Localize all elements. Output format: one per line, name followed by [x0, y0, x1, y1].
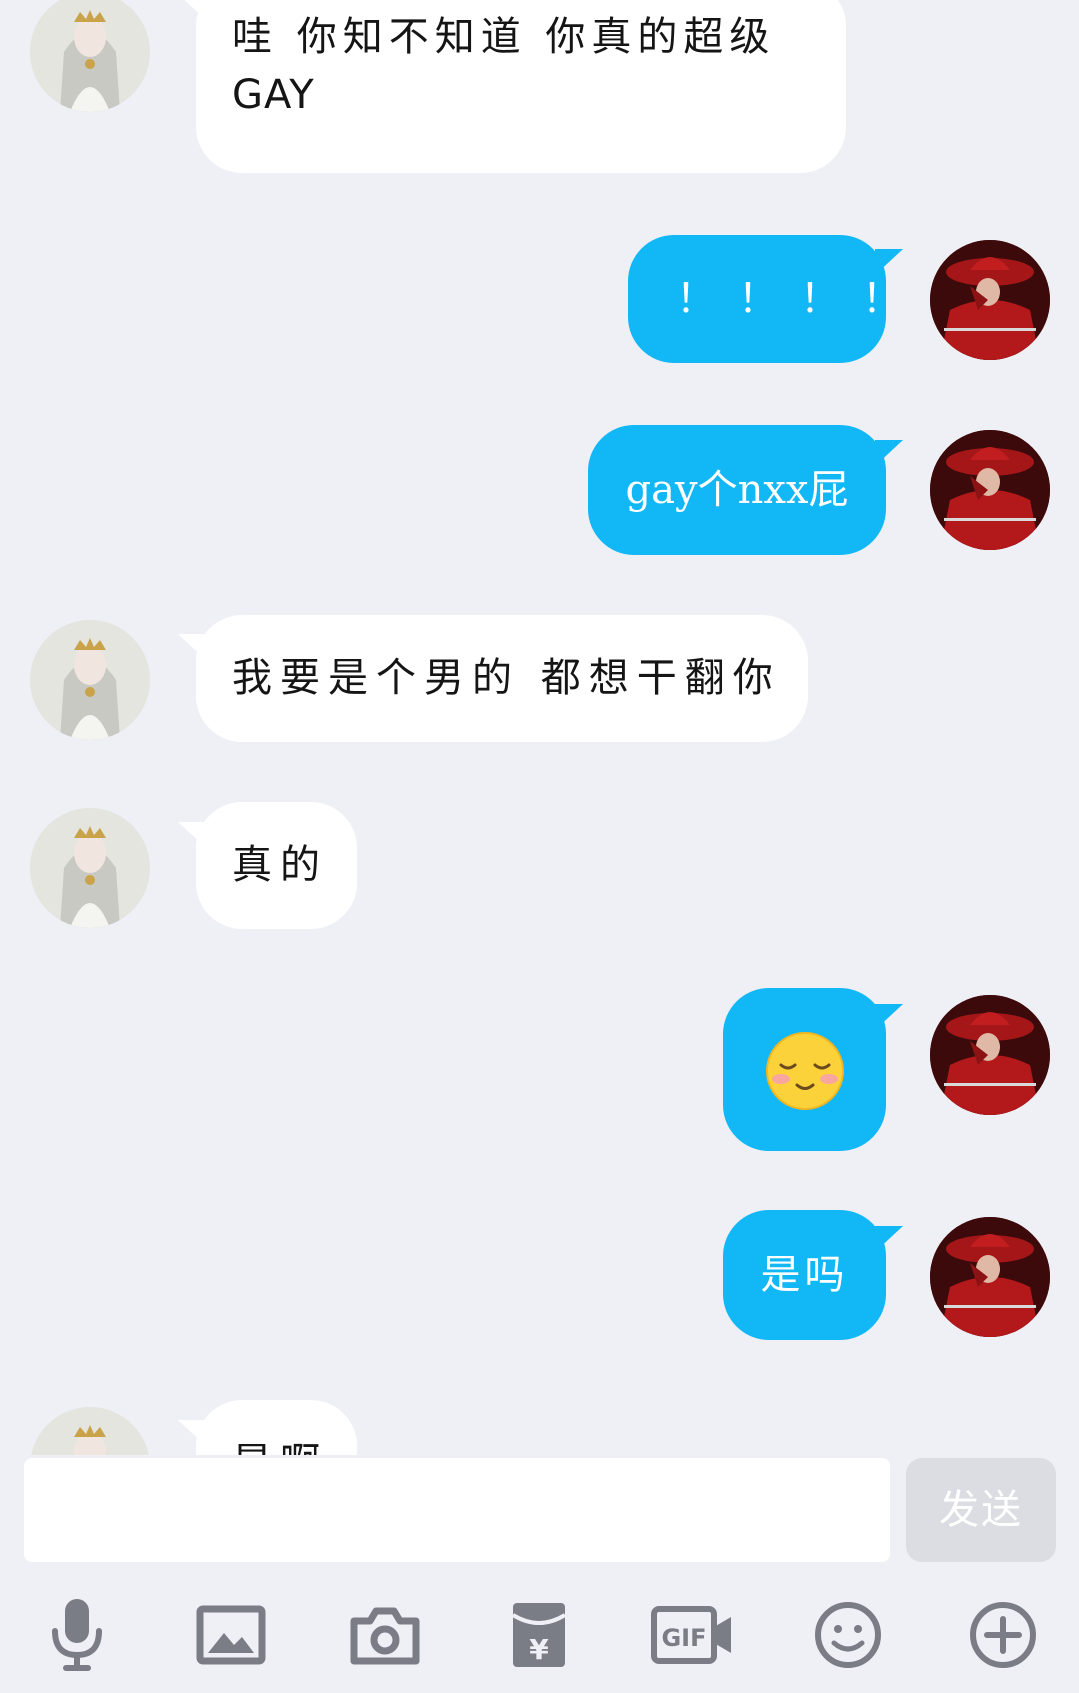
gif-icon[interactable]: GIF — [651, 1595, 735, 1675]
message-bubble-incoming[interactable]: 我要是个男的 都想干翻你 — [196, 615, 808, 742]
microphone-icon[interactable] — [37, 1595, 117, 1675]
avatar-contact[interactable] — [30, 0, 150, 112]
message-bubble-outgoing[interactable]: gay个nxx屁 — [588, 425, 886, 555]
avatar-contact[interactable] — [30, 620, 150, 740]
message-text: gay个nxx屁 — [625, 467, 849, 513]
input-toolbar: ¥ GIF — [0, 1575, 1079, 1693]
message-bubble-incoming[interactable]: 真的 — [196, 802, 357, 929]
avatar-contact[interactable] — [30, 808, 150, 928]
message-text: 真的 — [232, 842, 328, 888]
message-bubble-outgoing[interactable] — [723, 988, 886, 1151]
message-text: 是啊 — [232, 1440, 328, 1455]
avatar-self[interactable] — [930, 430, 1050, 550]
avatar-self[interactable] — [930, 1217, 1050, 1337]
red-packet-icon[interactable]: ¥ — [499, 1595, 579, 1675]
bubble-tail — [875, 249, 903, 275]
shy-smile-emoji — [765, 1031, 845, 1111]
svg-text:¥: ¥ — [529, 1633, 549, 1666]
emoji-icon[interactable] — [808, 1595, 888, 1675]
message-text: 是吗 — [760, 1252, 849, 1298]
message-bubble-incoming[interactable]: 哇 你知不知道 你真的超级 GAY — [196, 0, 846, 173]
message-text: 哇 你知不知道 你真的超级 — [232, 14, 776, 60]
avatar-self[interactable] — [930, 995, 1050, 1115]
message-bubble-outgoing[interactable]: ！！！！ — [628, 235, 902, 363]
message-text: 我要是个男的 都想干翻你 — [232, 655, 781, 701]
bubble-tail — [875, 440, 903, 466]
image-icon[interactable] — [191, 1595, 271, 1675]
camera-icon[interactable] — [345, 1595, 425, 1675]
svg-text:GIF: GIF — [661, 1624, 706, 1652]
bubble-tail — [875, 1226, 903, 1252]
chat-area[interactable]: 哇 你知不知道 你真的超级 GAY ！！！！ gay个nxx屁 我要是个男的 都… — [0, 0, 1079, 1455]
message-text: GAY — [232, 72, 315, 118]
send-button[interactable]: 发送 — [906, 1458, 1056, 1562]
avatar-self[interactable] — [930, 240, 1050, 360]
message-text: ！！！！ — [676, 276, 924, 322]
message-bubble-incoming[interactable]: 是啊 — [196, 1400, 357, 1455]
bubble-tail — [875, 1004, 903, 1030]
avatar-contact[interactable] — [30, 1407, 150, 1455]
message-input[interactable] — [24, 1458, 890, 1562]
input-bar: 发送 — [0, 1455, 1079, 1562]
plus-icon[interactable] — [963, 1595, 1043, 1675]
message-bubble-outgoing[interactable]: 是吗 — [723, 1210, 886, 1340]
